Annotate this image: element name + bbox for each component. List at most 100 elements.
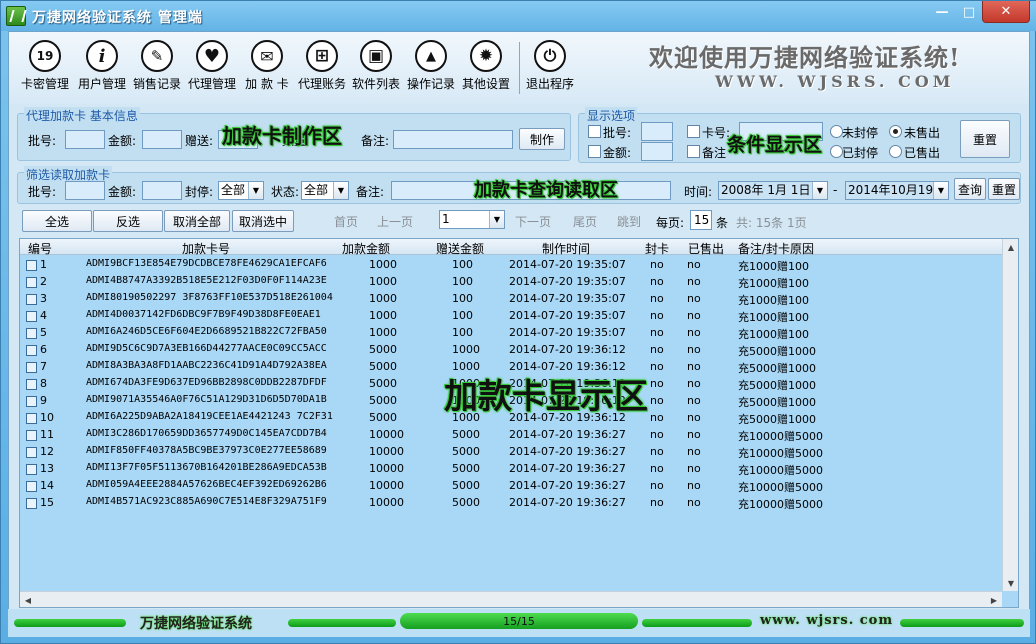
- table-row[interactable]: 3 ADMI80190502297 3F8763FF10E537D518E2610…: [20, 291, 1002, 308]
- query-button[interactable]: 查询: [954, 178, 986, 200]
- table-row[interactable]: 13 ADMI13F7F05F5113670B164201BE286A9EDCA5…: [20, 461, 1002, 478]
- col-gift-amount[interactable]: 赠送金额: [436, 240, 484, 257]
- row-checkbox[interactable]: [26, 447, 37, 458]
- display-batch-input[interactable]: [641, 122, 673, 141]
- maximize-button[interactable]: □: [956, 1, 982, 23]
- cell-topup-amount: 10000: [369, 496, 404, 509]
- row-checkbox[interactable]: [26, 481, 37, 492]
- table-row[interactable]: 5 ADMI6A246D5CE6F604E2D6689521B822C72FBA5…: [20, 325, 1002, 342]
- table-row[interactable]: 15 ADMI4B571AC923C885A690C7E514E8F329A751…: [20, 495, 1002, 512]
- close-button[interactable]: ✕: [982, 1, 1030, 23]
- scroll-up-icon[interactable]: ▲: [1003, 239, 1019, 255]
- row-checkbox[interactable]: [26, 260, 37, 271]
- table-row[interactable]: 12 ADMIF850FF40378A5BC9BE37973C0E277EE586…: [20, 444, 1002, 461]
- cell-card-number: ADMI8A3BA3A8FD1AABC2236C41D91A4D792A38EA: [86, 360, 327, 371]
- toolbar-other-settings[interactable]: ✹ 其他设置: [459, 40, 513, 98]
- row-checkbox[interactable]: [26, 430, 37, 441]
- toolbar-agent-accounts[interactable]: ⊞ 代理账务: [295, 40, 349, 98]
- display-batch-checkbox[interactable]: [588, 125, 601, 138]
- cell-created-time: 2014-07-20 19:35:07: [509, 258, 626, 271]
- clear-all-button[interactable]: 取消全部: [164, 210, 230, 232]
- create-amount-input[interactable]: [142, 130, 182, 149]
- table-row[interactable]: 1 ADMI9BCF13E854E79DCDBCE78FE4629CA1EFCAF…: [20, 257, 1002, 274]
- date-to-picker[interactable]: 2014年10月19日 ▼: [845, 181, 949, 200]
- cell-note: 充1000赠100: [738, 294, 809, 307]
- title-bar[interactable]: 万捷网络验证系统 管理端 — □ ✕: [1, 1, 1036, 31]
- minimize-button[interactable]: —: [928, 1, 956, 23]
- vertical-scrollbar[interactable]: ▲ ▼: [1002, 239, 1018, 591]
- next-page-button[interactable]: 下一页: [509, 210, 557, 232]
- col-note[interactable]: 备注/封卡原因: [738, 240, 814, 257]
- cell-card-number: ADMI059A4EEE2884A57626BEC4EF392ED69262B6: [86, 479, 327, 490]
- create-note-input[interactable]: [393, 130, 513, 149]
- filter-amount-input[interactable]: [142, 181, 182, 200]
- col-blocked[interactable]: 封卡: [645, 240, 669, 257]
- col-created-time[interactable]: 制作时间: [542, 240, 590, 257]
- last-page-button[interactable]: 尾页: [565, 210, 605, 232]
- filter-state-select[interactable]: 全部 ▼: [301, 181, 349, 200]
- cell-gift-amount: 5000: [452, 479, 480, 492]
- create-batch-input[interactable]: [65, 130, 105, 149]
- row-checkbox[interactable]: [26, 413, 37, 424]
- row-checkbox[interactable]: [26, 379, 37, 390]
- select-all-button[interactable]: 全选: [22, 210, 92, 232]
- row-checkbox[interactable]: [26, 345, 37, 356]
- scroll-down-icon[interactable]: ▼: [1003, 575, 1019, 591]
- filter-blocked-select[interactable]: 全部 ▼: [218, 181, 264, 200]
- jump-button[interactable]: 跳到: [609, 210, 649, 232]
- display-note-checkbox[interactable]: [687, 145, 700, 158]
- first-page-button[interactable]: 首页: [326, 210, 366, 232]
- cell-blocked: no: [650, 292, 664, 305]
- clear-selected-button[interactable]: 取消选中: [232, 210, 294, 232]
- table-row[interactable]: 14 ADMI059A4EEE2884A57626BEC4EF392ED69262…: [20, 478, 1002, 495]
- row-checkbox[interactable]: [26, 396, 37, 407]
- filter-reset-button[interactable]: 重置: [988, 178, 1020, 200]
- invert-selection-button[interactable]: 反选: [93, 210, 163, 232]
- radio-unsold[interactable]: [889, 125, 902, 138]
- scroll-left-icon[interactable]: ◀: [20, 592, 36, 608]
- row-checkbox[interactable]: [26, 464, 37, 475]
- toolbar-agent-management[interactable]: ♥ 代理管理: [185, 40, 239, 98]
- toolbar-operation-log[interactable]: ▲ 操作记录: [404, 40, 458, 98]
- table-row[interactable]: 11 ADMI3C286D170659DD3657749D0C145EA7CDD7…: [20, 427, 1002, 444]
- display-amount-input[interactable]: [641, 142, 673, 161]
- row-checkbox[interactable]: [26, 328, 37, 339]
- toolbar-topup-card[interactable]: ✉ 加 款 卡: [240, 40, 294, 98]
- create-panel-legend: 代理加款卡 基本信息: [24, 107, 140, 124]
- page-value: 1: [442, 212, 450, 226]
- filter-batch-input[interactable]: [65, 181, 105, 200]
- row-checkbox[interactable]: [26, 294, 37, 305]
- toolbar-card-management[interactable]: 19 卡密管理: [18, 40, 72, 98]
- toolbar-exit[interactable]: ⏻ 退出程序: [523, 40, 577, 98]
- col-topup-amount[interactable]: 加款金额: [342, 240, 390, 257]
- display-note-label: 备注: [702, 146, 727, 160]
- toolbar-sales-records[interactable]: ✎ 销售记录: [130, 40, 184, 98]
- radio-sold[interactable]: [889, 145, 902, 158]
- toolbar-user-management[interactable]: i 用户管理: [75, 40, 129, 98]
- row-checkbox[interactable]: [26, 498, 37, 509]
- prev-page-button[interactable]: 上一页: [371, 210, 419, 232]
- row-checkbox[interactable]: [26, 277, 37, 288]
- filter-batch-label: 批号:: [28, 185, 57, 199]
- per-page-input[interactable]: 15: [690, 210, 712, 230]
- row-checkbox[interactable]: [26, 362, 37, 373]
- date-from-picker[interactable]: 2008年 1月 1日 ▼: [718, 181, 828, 200]
- display-reset-button[interactable]: 重置: [960, 120, 1010, 158]
- display-card-checkbox[interactable]: [687, 125, 700, 138]
- table-row[interactable]: 6 ADMI9D5C6C9D7A3EB166D44277AACE0C09CC5AC…: [20, 342, 1002, 359]
- cell-gift-amount: 5000: [452, 496, 480, 509]
- status-bar-ornament: [900, 619, 1024, 627]
- horizontal-scrollbar[interactable]: ◀ ▶: [20, 591, 1002, 607]
- scroll-right-icon[interactable]: ▶: [986, 592, 1002, 608]
- col-sold[interactable]: 已售出: [688, 240, 724, 257]
- create-button[interactable]: 制作: [519, 128, 565, 150]
- table-row[interactable]: 4 ADMI4D0037142FD6DBC9F7B9F49D38D8FE0EAE1…: [20, 308, 1002, 325]
- page-select[interactable]: 1 ▼: [439, 210, 505, 229]
- col-card-number[interactable]: 加款卡号: [182, 240, 230, 257]
- row-checkbox[interactable]: [26, 311, 37, 322]
- display-amount-checkbox[interactable]: [588, 145, 601, 158]
- table-row[interactable]: 2 ADMI4B8747A3392B518E5E212F03D0F0F114A23…: [20, 274, 1002, 291]
- not-blocked-label: 未封停: [842, 126, 879, 140]
- toolbar-software-list[interactable]: ▣ 软件列表: [349, 40, 403, 98]
- col-id[interactable]: 编号: [28, 240, 52, 257]
